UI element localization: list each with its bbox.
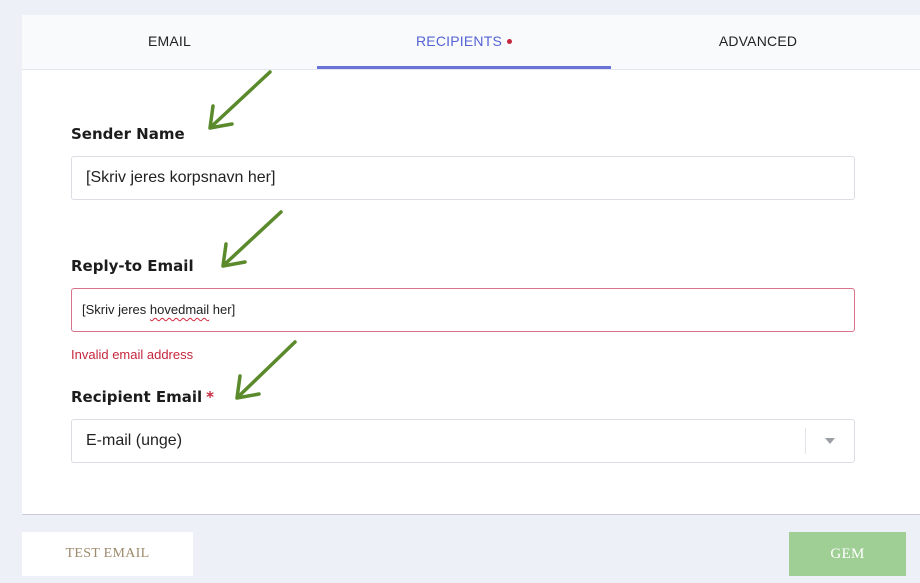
recipients-panel: EMAIL RECIPIENTS ADVANCED Sender Name [S… <box>22 15 920 514</box>
arrow-down-left-icon <box>235 340 297 400</box>
tab-recipients-label: RECIPIENTS <box>415 33 502 49</box>
test-email-button[interactable]: TEST EMAIL <box>22 532 193 576</box>
error-dot-icon <box>507 38 512 44</box>
reply-to-error-message: Invalid email address <box>71 347 194 362</box>
reply-to-value-end: her] <box>209 302 236 317</box>
reply-to-email-input[interactable]: [Skriv jeres hovedmail her] <box>71 288 855 332</box>
arrow-down-left-icon <box>208 70 272 130</box>
reply-to-value-misspelled: hovedmail <box>149 302 210 317</box>
select-divider <box>805 428 806 454</box>
active-tab-indicator <box>317 66 611 69</box>
recipient-email-label: Recipient Email * <box>71 388 214 406</box>
tab-advanced[interactable]: ADVANCED <box>611 15 905 69</box>
save-button[interactable]: GEM <box>789 532 906 576</box>
sender-name-value: [Skriv jeres korpsnavn her] <box>86 169 276 186</box>
arrow-down-left-icon <box>221 210 283 268</box>
recipient-email-label-text: Recipient Email <box>71 388 203 406</box>
sender-name-label: Sender Name <box>71 125 185 143</box>
tab-email-label: EMAIL <box>147 33 191 49</box>
tab-advanced-label: ADVANCED <box>718 33 798 49</box>
reply-to-value-start: [Skriv jeres <box>82 302 150 317</box>
recipient-email-selected: E-mail (unge) <box>86 432 183 449</box>
chevron-down-icon[interactable] <box>825 438 835 444</box>
tab-bar: EMAIL RECIPIENTS ADVANCED <box>22 15 920 70</box>
footer-divider <box>22 514 920 515</box>
reply-to-label: Reply-to Email <box>71 257 194 275</box>
sender-name-input[interactable]: [Skriv jeres korpsnavn her] <box>71 156 855 200</box>
tab-email[interactable]: EMAIL <box>22 15 317 69</box>
required-marker: * <box>206 388 215 406</box>
tab-recipients[interactable]: RECIPIENTS <box>317 15 611 69</box>
recipient-email-select[interactable]: E-mail (unge) <box>71 419 855 463</box>
